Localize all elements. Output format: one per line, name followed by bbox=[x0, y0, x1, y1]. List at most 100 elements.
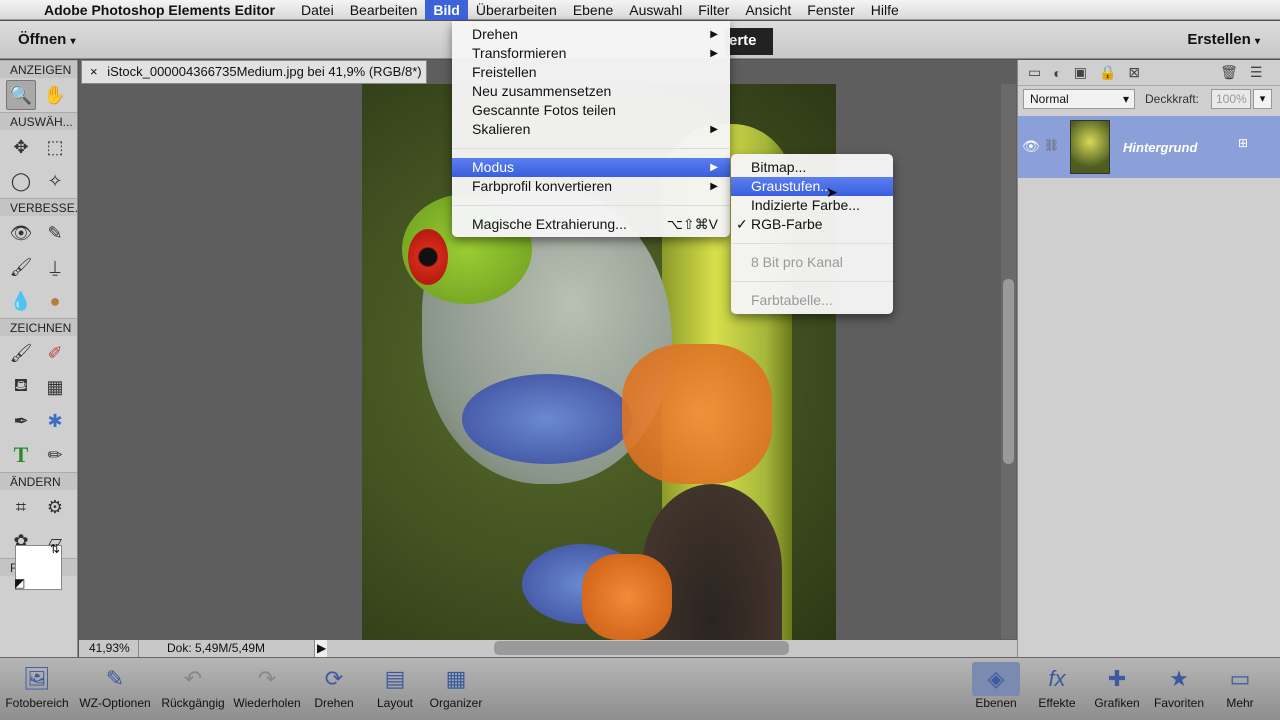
mode-button-partial[interactable]: erte bbox=[725, 28, 773, 55]
horizontal-scrollbar-thumb[interactable] bbox=[494, 641, 789, 655]
close-icon[interactable]: × bbox=[90, 64, 98, 79]
menu-bild[interactable]: Bild bbox=[425, 0, 468, 20]
smart-brush-tool-icon[interactable]: 🖌 bbox=[6, 252, 36, 282]
status-menu-arrow-icon[interactable]: ▶ bbox=[315, 640, 327, 657]
layout-button[interactable]: ▤ Layout bbox=[372, 662, 418, 710]
default-colors-icon[interactable]: ◩ bbox=[14, 576, 25, 590]
lock-icon[interactable]: 🔒 bbox=[1099, 64, 1116, 81]
menu-item-crop[interactable]: Freistellen bbox=[452, 63, 730, 82]
blend-mode-select[interactable]: Normal bbox=[1023, 89, 1135, 109]
more-button[interactable]: ▭ Mehr bbox=[1220, 662, 1260, 710]
effects-button[interactable]: fx Effekte bbox=[1034, 662, 1080, 710]
crop-tool-icon[interactable]: ⌗ bbox=[6, 492, 36, 522]
text-tool-icon[interactable]: T bbox=[6, 440, 36, 470]
hand-tool-icon[interactable]: ✋ bbox=[40, 80, 70, 110]
menu-item-bitmap[interactable]: Bitmap... bbox=[731, 158, 893, 177]
custom-shape-tool-icon[interactable]: ✱ bbox=[40, 406, 70, 436]
app-title[interactable]: Adobe Photoshop Elements Editor bbox=[44, 2, 275, 18]
graphics-button[interactable]: ✚ Grafiken bbox=[1090, 662, 1144, 710]
undo-button[interactable]: ↶ Rückgängig bbox=[158, 662, 228, 710]
favorites-button[interactable]: ★ Favoriten bbox=[1150, 662, 1208, 710]
layer-row[interactable]: 👁 ⛓ Hintergrund ⊞ bbox=[1018, 116, 1280, 178]
recompose-tool-icon[interactable]: ⚙ bbox=[40, 492, 70, 522]
document-tab[interactable]: × iStock_000004366735Medium.jpg bei 41,9… bbox=[81, 60, 427, 84]
magic-wand-tool-icon[interactable]: ✧ bbox=[40, 166, 70, 196]
menu-item-magic-extractor[interactable]: Magische Extrahierung... ⌥⇧⌘V bbox=[452, 215, 730, 234]
layer-mask-icon[interactable]: ▣ bbox=[1074, 64, 1087, 81]
clone-stamp-tool-icon[interactable]: ⍊ bbox=[40, 252, 70, 282]
panel-menu-icon[interactable]: ☰ bbox=[1250, 64, 1263, 81]
menu-item-8bit: 8 Bit pro Kanal bbox=[751, 254, 843, 270]
menu-separator bbox=[452, 205, 730, 206]
submenu-arrow-icon: ▶ bbox=[710, 181, 718, 192]
menu-ebene[interactable]: Ebene bbox=[565, 0, 621, 20]
submenu-arrow-icon: ▶ bbox=[710, 162, 718, 173]
menu-item-convert-profile[interactable]: Farbprofil konvertieren ▶ bbox=[452, 177, 730, 196]
menu-separator bbox=[731, 243, 893, 244]
menu-hilfe[interactable]: Hilfe bbox=[863, 0, 907, 20]
opacity-field[interactable]: 100% bbox=[1211, 89, 1251, 109]
new-layer-icon[interactable]: ▭ bbox=[1028, 64, 1041, 81]
paint-bucket-tool-icon[interactable]: ⛾ bbox=[6, 372, 36, 402]
more-icon: ▭ bbox=[1229, 666, 1251, 691]
menu-item-transform[interactable]: Transformieren ▶ bbox=[452, 44, 730, 63]
chevron-down-icon: ▾ bbox=[1254, 36, 1260, 47]
blur-tool-icon[interactable]: 💧 bbox=[6, 286, 36, 316]
photo-frog-leg-lower bbox=[582, 554, 672, 640]
menu-item-recompose[interactable]: Neu zusammensetzen bbox=[452, 82, 730, 101]
menu-item-indexed-color[interactable]: Indizierte Farbe... bbox=[731, 196, 893, 215]
menu-ansicht[interactable]: Ansicht bbox=[737, 0, 799, 20]
create-button[interactable]: Erstellen ▾ bbox=[1187, 31, 1260, 48]
open-button[interactable]: Öffnen ▾ bbox=[18, 31, 76, 48]
link-icon[interactable]: ⛓ bbox=[1044, 138, 1059, 152]
menu-filter[interactable]: Filter bbox=[690, 0, 737, 20]
adjustment-layer-icon[interactable]: ◐ bbox=[1053, 65, 1061, 81]
swap-colors-icon[interactable]: ⇅ bbox=[50, 542, 60, 556]
healing-brush-tool-icon[interactable]: ✎ bbox=[40, 218, 70, 248]
shortcut-label: ⌥⇧⌘V bbox=[666, 216, 718, 232]
menu-bearbeiten[interactable]: Bearbeiten bbox=[342, 0, 426, 20]
red-eye-tool-icon[interactable]: 👁 bbox=[6, 218, 36, 248]
photo-bin-button[interactable]: 🖼 Fotobereich bbox=[4, 662, 70, 710]
organizer-button[interactable]: ▦ Organizer bbox=[424, 662, 488, 710]
redo-icon: ↷ bbox=[257, 666, 277, 691]
move-tool-icon[interactable]: ✥ bbox=[6, 132, 36, 162]
lock-transparency-icon[interactable]: ⊠ bbox=[1128, 64, 1140, 81]
brush-tool-icon[interactable]: 🖌 bbox=[6, 338, 36, 368]
tool-options-button[interactable]: ✎ WZ-Optionen bbox=[72, 662, 158, 710]
star-icon: ★ bbox=[1169, 666, 1189, 691]
eyedropper-tool-icon[interactable]: ✒ bbox=[6, 406, 36, 436]
menu-ueberarbeiten[interactable]: Überarbeiten bbox=[468, 0, 565, 20]
layers-button[interactable]: ◈ Ebenen bbox=[972, 662, 1020, 710]
vertical-scrollbar-thumb[interactable] bbox=[1003, 279, 1014, 464]
menu-datei[interactable]: Datei bbox=[293, 0, 342, 20]
eraser-tool-icon[interactable]: ✐ bbox=[40, 338, 70, 368]
gradient-tool-icon[interactable]: ▦ bbox=[40, 372, 70, 402]
menu-item-rgb-color[interactable]: ✓ RGB-Farbe bbox=[731, 215, 893, 234]
menu-item-rotate[interactable]: Drehen ▶ bbox=[452, 25, 730, 44]
menubar: Adobe Photoshop Elements Editor Datei Be… bbox=[0, 0, 1280, 20]
rotate-button[interactable]: ⟳ Drehen bbox=[308, 662, 360, 710]
eye-icon[interactable]: 👁 bbox=[1022, 138, 1040, 155]
sponge-tool-icon[interactable]: ● bbox=[40, 286, 70, 316]
bottom-bar: 🖼 Fotobereich ✎ WZ-Optionen ↶ Rückgängig ↷ W… bbox=[0, 657, 1280, 720]
menu-auswahl[interactable]: Auswahl bbox=[621, 0, 690, 20]
menu-item-mode[interactable]: Modus ▶ bbox=[452, 158, 730, 177]
lasso-tool-icon[interactable]: ◯ bbox=[6, 166, 36, 196]
redo-button[interactable]: ↷ Wiederholen bbox=[230, 662, 304, 710]
plus-icon: ✚ bbox=[1107, 666, 1127, 691]
organizer-icon: ▦ bbox=[445, 666, 467, 691]
vertical-scrollbar[interactable] bbox=[1001, 84, 1016, 639]
menu-item-divide-scans[interactable]: Gescannte Fotos teilen bbox=[452, 101, 730, 120]
zoom-tool-icon[interactable]: 🔍 bbox=[6, 80, 36, 110]
layers-toolbar: ▭ ◐ ▣ 🔒 ⊠ 🗑 ☰ bbox=[1018, 60, 1280, 86]
chevron-down-icon[interactable]: ▾ bbox=[1253, 89, 1272, 109]
menu-item-resize[interactable]: Skalieren ▶ bbox=[452, 120, 730, 139]
pencil-tool-icon[interactable]: ✏ bbox=[40, 440, 70, 470]
menu-item-grayscale[interactable]: Graustufen... bbox=[731, 177, 893, 196]
menu-fenster[interactable]: Fenster bbox=[799, 0, 862, 20]
menu-separator bbox=[731, 281, 893, 282]
trash-icon[interactable]: 🗑 bbox=[1220, 64, 1238, 81]
marquee-tool-icon[interactable]: ⬚ bbox=[40, 132, 70, 162]
zoom-level[interactable]: 41,93% bbox=[79, 640, 139, 657]
